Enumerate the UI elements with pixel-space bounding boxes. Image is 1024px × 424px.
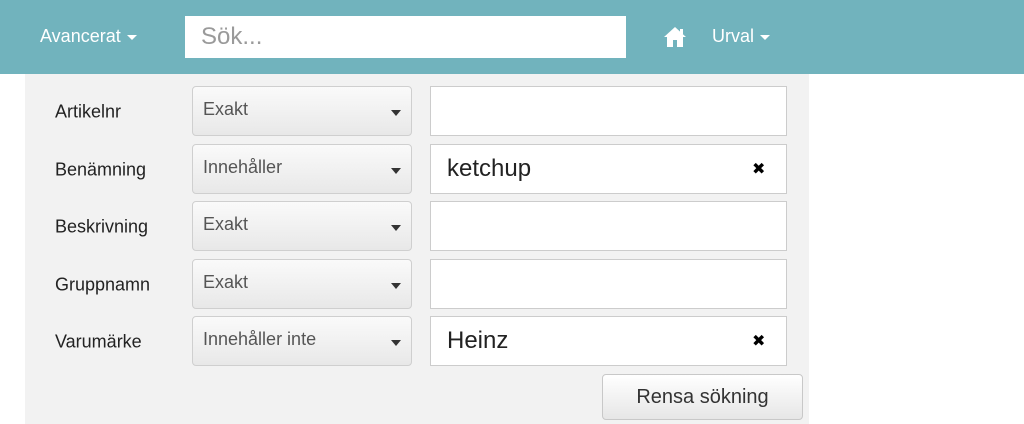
chevron-down-icon [391,110,401,116]
filter-label: Benämning [55,159,147,180]
filter-value-input[interactable] [430,316,787,366]
operator-select[interactable]: Innehåller inte [192,316,412,366]
filter-value-input[interactable] [430,201,787,251]
operator-select[interactable]: Exakt [192,201,412,251]
filter-row-beskrivning: Beskrivning Exakt [25,201,809,253]
filter-row-artikelnr: Artikelnr Exakt [25,86,809,138]
operator-select[interactable]: Exakt [192,86,412,136]
selection-dropdown[interactable]: Urval [712,26,771,47]
filter-label: Gruppnamn [55,274,151,295]
chevron-down-icon [391,168,401,174]
advanced-dropdown[interactable]: Avancerat [40,26,137,47]
filter-value-input[interactable] [430,144,787,194]
clear-icon[interactable]: ✖ [752,162,765,178]
reset-search-button[interactable]: Rensa sökning [602,374,803,420]
search-input[interactable] [185,16,626,58]
operator-select[interactable]: Innehåller [192,144,412,194]
operator-select[interactable]: Exakt [192,259,412,309]
operator-value: Exakt [203,214,249,234]
filter-label: Artikelnr [55,101,122,122]
operator-value: Exakt [203,99,249,119]
filter-value-input[interactable] [430,86,787,136]
operator-value: Innehåller [203,157,283,177]
top-navbar: Avancerat Urval [0,0,1024,74]
chevron-down-icon [760,34,771,40]
home-icon[interactable] [663,26,687,48]
advanced-search-panel: Artikelnr Exakt Benämning Innehåller ✖ B… [25,74,809,424]
filter-row-gruppnamn: Gruppnamn Exakt [25,259,809,311]
operator-value: Exakt [203,272,249,292]
chevron-down-icon [391,225,401,231]
operator-value: Innehåller inte [203,329,317,349]
chevron-down-icon [391,340,401,346]
filter-label: Varumärke [55,331,142,352]
chevron-down-icon [391,283,401,289]
filter-row-benamning: Benämning Innehåller ✖ [25,144,809,196]
filter-label: Beskrivning [55,216,149,237]
advanced-label: Avancerat [40,26,121,46]
selection-label: Urval [712,26,755,46]
clear-icon[interactable]: ✖ [752,334,765,350]
chevron-down-icon [126,34,137,40]
filter-row-varumarke: Varumärke Innehåller inte ✖ [25,316,809,368]
filter-value-input[interactable] [430,259,787,309]
